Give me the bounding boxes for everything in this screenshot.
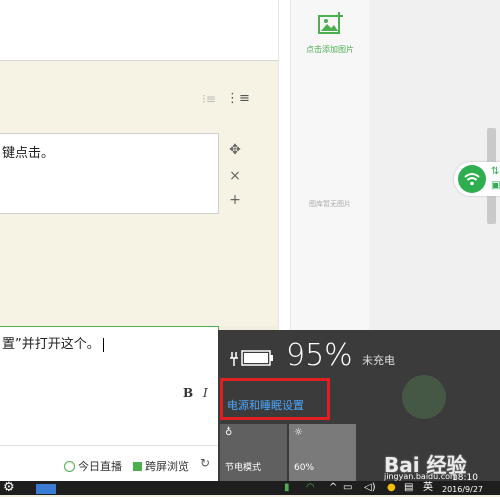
editor-top-block (0, 0, 278, 61)
app-icon[interactable] (36, 484, 56, 494)
unordered-list-icon[interactable]: ⋮≡ (226, 91, 250, 106)
battery-tray-icon[interactable]: ▮ (284, 481, 290, 495)
wifi-icon (458, 165, 486, 193)
italic-button[interactable]: I (203, 386, 208, 400)
text-block-1-content: 键点击。 (2, 146, 55, 161)
add-icon[interactable]: + (226, 192, 244, 208)
battery-percent: 95% (286, 338, 353, 373)
chevron-up-icon[interactable]: ^ (329, 481, 337, 495)
text-block-2[interactable]: 置”并打开这个。 B I (0, 326, 219, 406)
text-block-2-content: 置”并打开这个。 (2, 333, 104, 352)
background-blur-shape (402, 375, 446, 419)
brightness-tile[interactable]: ☼ 60% (289, 424, 356, 481)
notification-icon[interactable]: ▤ (404, 481, 413, 495)
charging-status: 未充电 (362, 354, 395, 367)
add-image-label[interactable]: 点击添加图片 (291, 44, 369, 55)
preview-label: 跨屏浏览 (145, 460, 189, 473)
refresh-icon[interactable]: ↻ (200, 456, 210, 470)
highlight-box (220, 378, 330, 420)
brightness-icon: ☼ (294, 427, 303, 438)
add-image-icon[interactable] (315, 10, 345, 40)
battery-icon (230, 350, 273, 366)
gallery-empty-label: 图库暂无图片 (309, 200, 351, 208)
device-icon: ▣ (491, 180, 500, 191)
live-label: 今日直播 (78, 460, 122, 473)
preview-button[interactable]: 跨屏浏览 (133, 458, 189, 474)
battery-saver-label: 节电模式 (225, 463, 262, 473)
network-tray-icon[interactable]: ▭ (343, 481, 352, 495)
bold-button[interactable]: B (183, 386, 193, 400)
settings-gear-icon[interactable]: ⚙ (3, 481, 15, 495)
battery-saver-icon: ♁ (225, 427, 233, 438)
ime-indicator[interactable]: 英 (423, 481, 433, 495)
editor-bottom-toolbar: 今日直播 跨屏浏览 ↻ (0, 445, 218, 482)
move-icon[interactable]: ✥ (226, 142, 244, 158)
text-caret (102, 337, 104, 352)
signal-icon: ⇅ (491, 166, 500, 177)
image-gallery-panel: 点击添加图片 图库暂无图片 (290, 0, 370, 330)
text-block-1[interactable]: 键点击。 (0, 133, 219, 214)
taskbar: ⚙ ▮ ◠ ^ ▭ ◁) ● ▤ 英 18:10 2016/9/27 (0, 473, 500, 495)
live-button[interactable]: 今日直播 (64, 458, 122, 474)
editor-lower-area (0, 405, 218, 445)
network-widget[interactable]: ⇅ ▣ (454, 162, 500, 196)
tray-app-icon[interactable]: ● (387, 481, 396, 495)
battery-saver-tile[interactable]: ♁ 节电模式 (220, 424, 287, 481)
ordered-list-icon[interactable]: ⁝≡ (202, 92, 216, 106)
screen-icon (133, 461, 142, 471)
volume-icon[interactable]: ◁) (364, 481, 376, 495)
brightness-label: 60% (294, 463, 315, 473)
baidu-watermark-url: jingyan.baidu.com (384, 472, 458, 481)
wifi-tray-icon[interactable]: ◠ (306, 481, 315, 495)
play-icon (64, 460, 75, 472)
delete-icon[interactable]: × (226, 168, 244, 184)
